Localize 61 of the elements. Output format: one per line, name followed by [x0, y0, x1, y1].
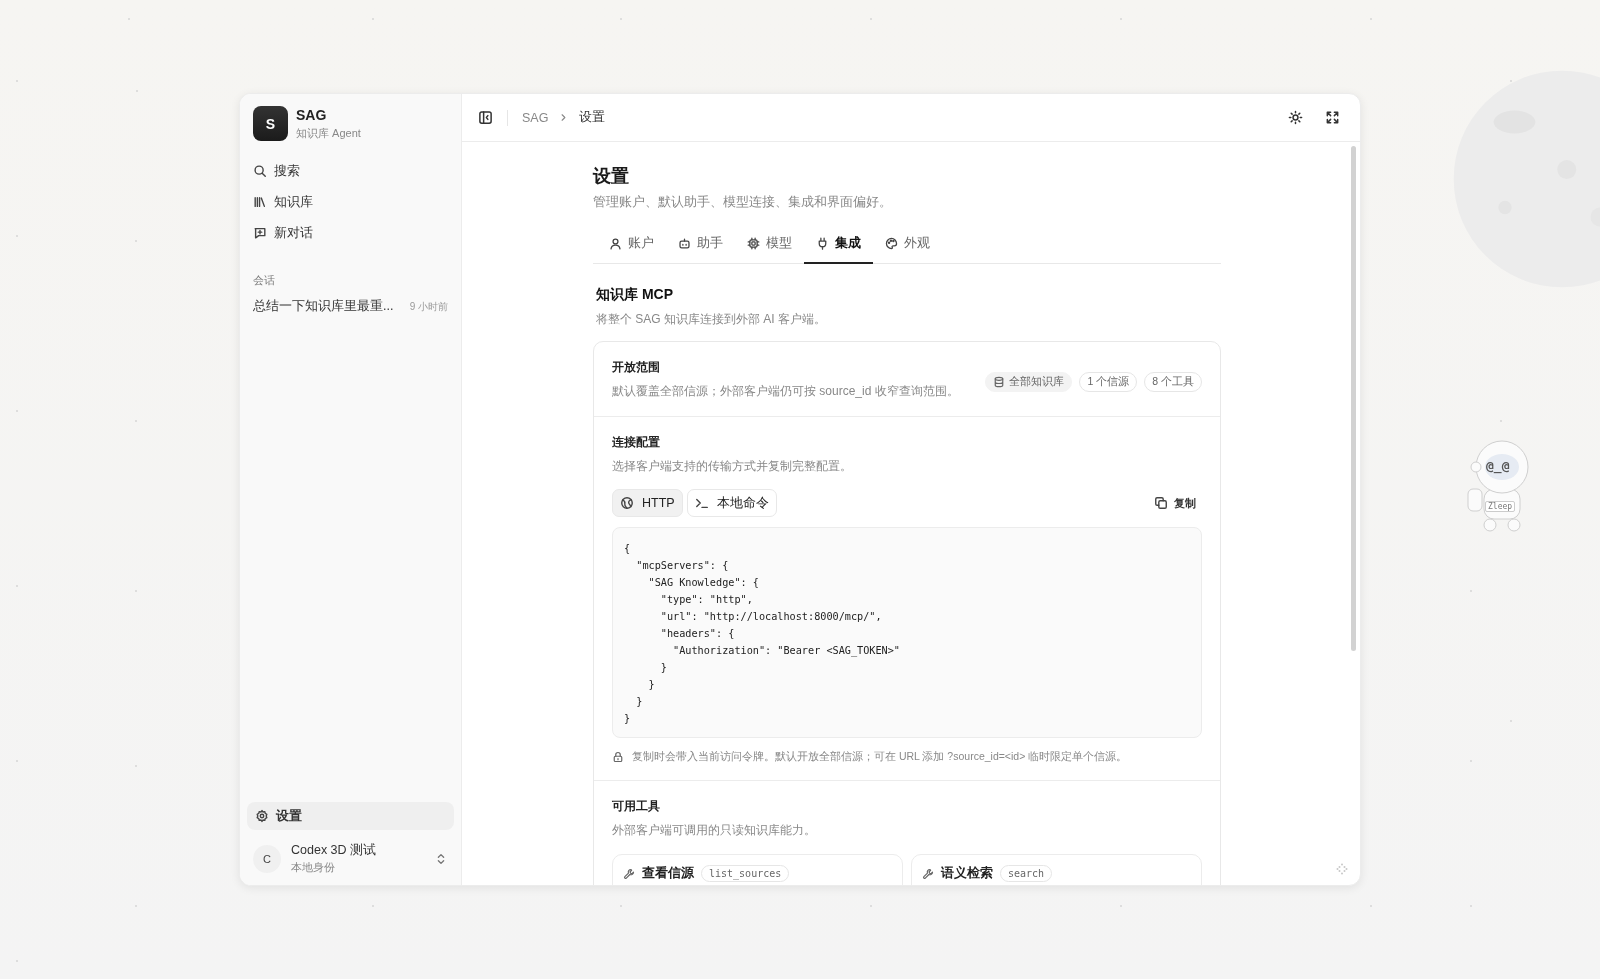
page-title: 设置 — [593, 165, 630, 188]
palette-icon — [885, 237, 898, 250]
conversation-title[interactable]: 总结一下知识库里最重... — [253, 298, 394, 315]
scrollbar[interactable] — [1351, 146, 1356, 651]
tab[interactable]: 模型 — [735, 229, 804, 264]
database-icon — [993, 375, 1006, 388]
new-chat-icon — [253, 226, 267, 240]
tab[interactable]: 外观 — [873, 229, 942, 264]
note-text: 复制时会带入当前访问令牌。默认开放全部信源；可在 URL 添加 ?source_id=<id> 临时限定单个信源。 — [632, 750, 1128, 764]
robot-icon — [678, 237, 691, 250]
tool-name: 语义检索 — [941, 865, 993, 882]
theme-icon[interactable] — [1288, 110, 1303, 125]
fullscreen-icon[interactable] — [1325, 110, 1340, 125]
nav-item[interactable]: 知识库 — [247, 190, 454, 214]
app-name: SAG — [296, 106, 328, 123]
tool-name: 查看信源 — [642, 865, 694, 882]
block-title: 可用工具 — [612, 798, 661, 815]
user-name: Codex 3D 测试 — [291, 842, 378, 859]
tab[interactable]: 助手 — [666, 229, 735, 264]
breadcrumb-item[interactable]: SAG — [522, 110, 549, 125]
section-title: 知识库 MCP — [596, 286, 674, 304]
robot-tag: Zleep — [1485, 501, 1516, 512]
tab[interactable]: 集成 — [804, 229, 873, 264]
wrench-icon — [623, 867, 635, 880]
robot-face: @_@ — [1486, 458, 1510, 473]
copy-button[interactable]: 复制 — [1148, 491, 1202, 515]
chip-icon — [747, 237, 760, 250]
terminal-icon — [694, 496, 709, 510]
resize-handle-icon[interactable] — [1336, 863, 1348, 875]
nav-item[interactable]: 新对话 — [247, 221, 454, 245]
code-block: { "mcpServers": { "SAG Knowledge": { "type": "http", "url": "http://localhost:8000/mcp/", "headers": { "Authorization": "Bearer <SAG_TOKEN>" } } } } — [612, 527, 1202, 738]
section-heading: 会话 — [253, 273, 276, 288]
page-subtitle: 管理账户、默认助手、模型连接、集成和界面偏好。 — [593, 194, 893, 211]
user-avatar: C — [253, 844, 281, 873]
block-description: 选择客户端支持的传输方式并复制完整配置。 — [612, 458, 853, 475]
app-subtitle: 知识库 Agent — [296, 125, 361, 141]
settings-icon — [255, 809, 269, 823]
nav-item[interactable]: 搜索 — [247, 159, 454, 183]
block-title: 开放范围 — [612, 359, 661, 376]
badge: 全部知识库 — [985, 371, 1073, 392]
tab[interactable]: 账户 — [597, 229, 666, 264]
user-subtitle: 本地身份 — [291, 861, 336, 875]
wrench-icon — [922, 867, 934, 880]
brand-logo: S — [253, 106, 288, 141]
search-icon — [253, 164, 267, 178]
person-icon — [609, 237, 622, 250]
books-icon — [253, 195, 267, 209]
settings-item[interactable]: 设置 — [247, 802, 454, 830]
copy-icon — [1154, 496, 1168, 510]
block-description: 默认覆盖全部信源；外部客户端仍可按 source_id 收窄查询范围。 — [612, 383, 960, 400]
globe-icon — [620, 496, 634, 510]
breadcrumb-item: 设置 — [579, 109, 606, 126]
plug-icon — [816, 237, 829, 250]
transport-button[interactable]: HTTP — [612, 489, 683, 517]
lock-icon — [612, 751, 624, 763]
block-title: 连接配置 — [612, 434, 661, 451]
timestamp: 9 小时前 — [409, 299, 448, 314]
section-description: 将整个 SAG 知识库连接到外部 AI 客户端。 — [596, 311, 827, 328]
sidebar-toggle-icon[interactable] — [478, 110, 493, 125]
transport-button[interactable]: 本地命令 — [686, 489, 777, 517]
block-description: 外部客户端可调用的只读知识库能力。 — [612, 822, 817, 839]
